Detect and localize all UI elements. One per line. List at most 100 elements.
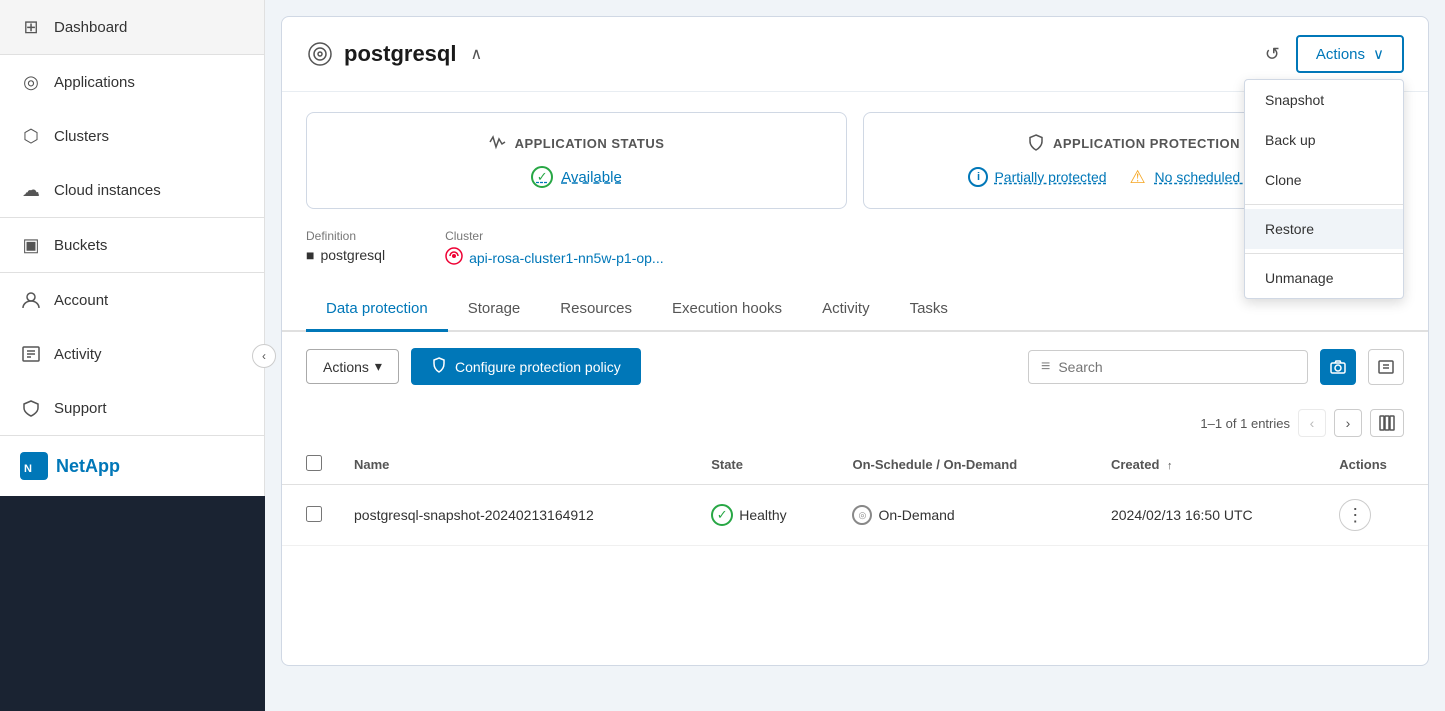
row-name: postgresql-snapshot-20240213164912: [354, 507, 594, 523]
dropdown-item-restore[interactable]: Restore: [1245, 209, 1403, 249]
sidebar-item-buckets[interactable]: ▣ Buckets: [0, 218, 264, 272]
sidebar-item-applications[interactable]: ◎ Applications: [0, 55, 264, 109]
status-waveform-icon: [489, 133, 507, 154]
sidebar-item-support[interactable]: Support: [0, 381, 264, 435]
row-healthy-icon: ✓: [711, 504, 733, 526]
dp-actions-button[interactable]: Actions ▾: [306, 349, 399, 384]
col-state: State: [695, 445, 836, 485]
cloud-icon: ☁: [20, 179, 42, 201]
sidebar-item-clusters[interactable]: ⬡ Clusters: [0, 109, 264, 163]
actions-dropdown-menu: Snapshot Back up Clone Restore Unmanage: [1244, 79, 1404, 299]
applications-icon: ◎: [20, 71, 42, 93]
app-icon: [306, 40, 334, 68]
col-name: Name: [338, 445, 695, 485]
activity-icon: [20, 343, 42, 365]
pagination-prev-button[interactable]: ‹: [1298, 409, 1326, 437]
app-chevron-icon[interactable]: ∧: [470, 44, 482, 64]
search-box[interactable]: ≡: [1028, 350, 1308, 384]
configure-label: Configure protection policy: [455, 359, 621, 375]
row-on-demand-cell: ◎ On-Demand: [836, 485, 1095, 546]
col-created[interactable]: Created ↑: [1095, 445, 1323, 485]
search-input[interactable]: [1058, 359, 1295, 375]
dropdown-item-clone[interactable]: Clone: [1245, 160, 1403, 200]
list-view-button[interactable]: [1368, 349, 1404, 385]
partial-protection-link[interactable]: Partially protected: [994, 169, 1106, 185]
dp-toolbar: Actions ▾ Configure protection policy ≡: [282, 332, 1428, 401]
cluster-label: Cluster: [445, 229, 664, 243]
dropdown-item-unmanage[interactable]: Unmanage: [1245, 258, 1403, 298]
clusters-icon: ⬡: [20, 125, 42, 147]
sort-icon: ↑: [1167, 460, 1173, 472]
buckets-icon: ▣: [20, 234, 42, 256]
app-status-value[interactable]: ✓ Available: [531, 166, 622, 188]
pagination-text: 1–1 of 1 entries: [1200, 416, 1290, 431]
sidebar-label-activity: Activity: [54, 346, 102, 363]
available-check-icon: ✓: [531, 166, 553, 188]
cluster-link[interactable]: api-rosa-cluster1-nn5w-p1-op...: [469, 250, 664, 266]
cluster-value: api-rosa-cluster1-nn5w-p1-op...: [445, 247, 664, 268]
app-header: postgresql ∧ ↺ Actions ∨ Snapshot Back u…: [282, 17, 1428, 92]
app-status-card-title: APPLICATION STATUS: [489, 133, 665, 154]
sidebar-label-buckets: Buckets: [54, 237, 107, 254]
app-name: postgresql: [344, 41, 456, 67]
sidebar-label-dashboard: Dashboard: [54, 19, 127, 36]
dropdown-item-backup[interactable]: Back up: [1245, 120, 1403, 160]
row-name-cell: postgresql-snapshot-20240213164912: [338, 485, 695, 546]
dashboard-icon: ⊞: [20, 16, 42, 38]
table-header-row: Name State On-Schedule / On-Demand Creat…: [282, 445, 1428, 485]
tab-activity[interactable]: Activity: [802, 288, 890, 332]
sidebar: ⊞ Dashboard ◎ Applications ⬡ Clusters ☁ …: [0, 0, 265, 496]
search-filter-icon: ≡: [1041, 358, 1050, 376]
app-panel: postgresql ∧ ↺ Actions ∨ Snapshot Back u…: [281, 16, 1429, 666]
actions-dropdown-button[interactable]: Actions ∨: [1296, 35, 1404, 73]
row-status: ✓ Healthy: [711, 504, 820, 526]
sidebar-item-cloud-instances[interactable]: ☁ Cloud instances: [0, 163, 264, 217]
partial-protection-status[interactable]: i Partially protected: [968, 167, 1106, 187]
row-state-text: Healthy: [739, 507, 786, 523]
table-row: postgresql-snapshot-20240213164912 ✓ Hea…: [282, 485, 1428, 546]
dp-actions-chevron-icon: ▾: [375, 358, 382, 375]
sidebar-item-dashboard[interactable]: ⊞ Dashboard: [0, 0, 264, 54]
refresh-button[interactable]: ↺: [1261, 40, 1284, 69]
sidebar-label-applications: Applications: [54, 74, 135, 91]
dropdown-item-snapshot[interactable]: Snapshot: [1245, 80, 1403, 120]
definition-meta: Definition ■ postgresql: [306, 229, 385, 268]
row-created-cell: 2024/02/13 16:50 UTC: [1095, 485, 1323, 546]
tab-data-protection[interactable]: Data protection: [306, 288, 448, 332]
actions-chevron-icon: ∨: [1373, 45, 1384, 63]
row-on-demand-text: On-Demand: [878, 507, 954, 523]
tab-resources[interactable]: Resources: [540, 288, 652, 332]
snapshots-table: Name State On-Schedule / On-Demand Creat…: [282, 445, 1428, 546]
sidebar-label-account: Account: [54, 292, 108, 309]
shield-icon: [1027, 133, 1045, 154]
configure-shield-icon: [431, 357, 447, 376]
sidebar-label-cloud-instances: Cloud instances: [54, 182, 161, 199]
support-icon: [20, 397, 42, 419]
app-title-group: postgresql ∧: [306, 40, 482, 68]
main-content: postgresql ∧ ↺ Actions ∨ Snapshot Back u…: [265, 0, 1445, 711]
columns-toggle-button[interactable]: [1370, 409, 1404, 437]
tab-storage[interactable]: Storage: [448, 288, 541, 332]
warning-icon: ⚠: [1127, 166, 1149, 188]
select-all-checkbox[interactable]: [306, 455, 322, 471]
pagination-next-button[interactable]: ›: [1334, 409, 1362, 437]
row-actions-button[interactable]: ⋮: [1339, 499, 1371, 531]
sidebar-label-support: Support: [54, 400, 107, 417]
sidebar-bottom: N NetApp: [0, 435, 264, 496]
row-checkbox[interactable]: [306, 506, 322, 522]
configure-protection-button[interactable]: Configure protection policy: [411, 348, 641, 385]
info-icon: i: [968, 167, 988, 187]
tab-tasks[interactable]: Tasks: [890, 288, 968, 332]
sidebar-item-activity[interactable]: Activity: [0, 327, 264, 381]
tab-execution-hooks[interactable]: Execution hooks: [652, 288, 802, 332]
header-actions: ↺ Actions ∨ Snapshot Back up Clone Resto…: [1261, 35, 1404, 73]
row-created: 2024/02/13 16:50 UTC: [1111, 507, 1253, 523]
cluster-meta: Cluster api-rosa-cluster1-nn5w-p1-op...: [445, 229, 664, 268]
sidebar-label-clusters: Clusters: [54, 128, 109, 145]
snapshot-view-button[interactable]: [1320, 349, 1356, 385]
definition-label: Definition: [306, 229, 385, 243]
definition-value: ■ postgresql: [306, 247, 385, 263]
sidebar-item-account[interactable]: Account: [0, 273, 264, 327]
row-checkbox-cell: [282, 485, 338, 546]
sidebar-collapse-button[interactable]: ‹: [252, 344, 276, 368]
